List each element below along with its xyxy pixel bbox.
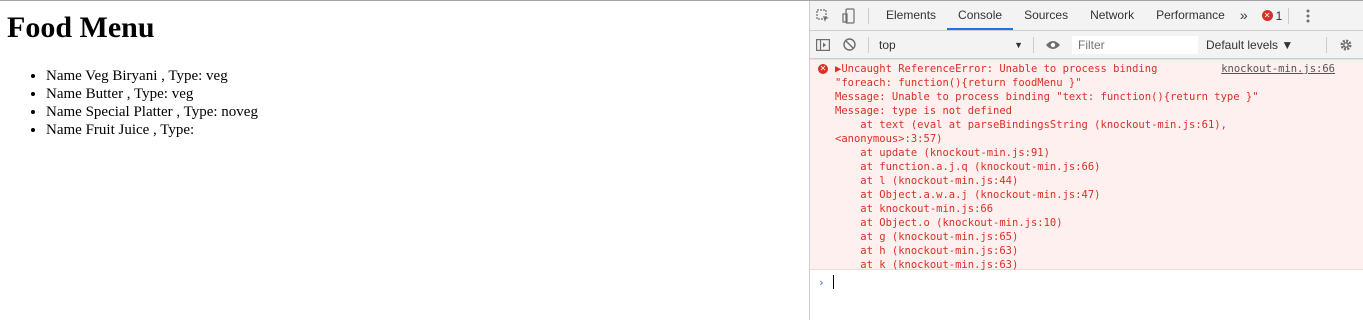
error-x-icon: ✕	[818, 64, 828, 74]
list-item: Name Veg Biryani , Type: veg	[46, 67, 258, 85]
page-viewport: Food Menu Name Veg Biryani , Type: veg N…	[0, 1, 809, 320]
context-value: top	[879, 37, 896, 52]
error-line[interactable]: ▶Uncaught ReferenceError: Unable to proc…	[835, 63, 1157, 75]
stack-frame: <anonymous>:3:57)	[835, 133, 943, 145]
prompt-chevron-icon: ›	[818, 275, 825, 289]
stack-frame[interactable]: at g (knockout-min.js:65)	[835, 231, 1018, 243]
tab-sources[interactable]: Sources	[1013, 1, 1079, 30]
toolbar-divider	[1033, 36, 1034, 53]
toolbar-divider	[868, 36, 869, 53]
toolbar-divider	[1326, 36, 1327, 53]
eye-icon[interactable]	[1040, 30, 1066, 59]
console-toolbar: top ▼ Default levels ▼	[810, 31, 1363, 59]
console-error-message: ✕ knockout-min.js:66 ▶Uncaught Reference…	[810, 59, 1363, 272]
stack-frame[interactable]: at l (knockout-min.js:44)	[835, 175, 1018, 187]
food-list: Name Veg Biryani , Type: veg Name Butter…	[0, 67, 258, 139]
list-item: Name Butter , Type: veg	[46, 85, 258, 103]
stack-frame[interactable]: at knockout-min.js:66	[835, 203, 993, 215]
tab-performance[interactable]: Performance	[1145, 1, 1236, 30]
page-title: Food Menu	[7, 11, 155, 44]
log-levels-dropdown[interactable]: Default levels ▼	[1206, 38, 1293, 52]
stack-frame[interactable]: at Object.o (knockout-min.js:10)	[835, 217, 1062, 229]
device-toggle-icon[interactable]	[836, 1, 862, 30]
error-line: Message: Unable to process binding "text…	[835, 91, 1259, 103]
error-stack: ▶Uncaught ReferenceError: Unable to proc…	[835, 62, 1259, 272]
toolbar-divider	[1288, 7, 1290, 24]
devtools-tabbar: Elements Console Sources Network Perform…	[810, 1, 1363, 31]
stack-frame[interactable]: at Object.a.w.a.j (knockout-min.js:47)	[835, 189, 1100, 201]
kebab-menu-icon[interactable]	[1295, 1, 1321, 30]
filter-input[interactable]	[1072, 35, 1198, 54]
text-caret	[832, 275, 834, 289]
dropdown-arrow-icon: ▼	[1014, 39, 1023, 50]
error-count: 1	[1275, 8, 1283, 23]
list-item: Name Special Platter , Type: noveg	[46, 103, 258, 121]
error-icon: ✕	[1261, 10, 1273, 21]
settings-gear-icon[interactable]	[1333, 30, 1359, 59]
devtools-panel: Elements Console Sources Network Perform…	[809, 1, 1363, 320]
error-counter[interactable]: ✕ 1	[1261, 8, 1283, 23]
toolbar-divider	[868, 7, 869, 24]
sidebar-toggle-icon[interactable]	[810, 30, 836, 59]
stack-frame[interactable]: at text (eval at parseBindingsString (kn…	[835, 119, 1227, 131]
stack-frame[interactable]: at update (knockout-min.js:91)	[835, 147, 1050, 159]
stack-frame[interactable]: at k (knockout-min.js:63)	[835, 259, 1018, 271]
tab-elements[interactable]: Elements	[875, 1, 947, 30]
list-item: Name Fruit Juice , Type:	[46, 121, 258, 139]
error-line: Message: type is not defined	[835, 105, 1013, 117]
context-selector[interactable]: top ▼	[875, 35, 1027, 55]
error-line: "foreach: function(){return foodMenu }"	[835, 77, 1082, 89]
console-prompt[interactable]: ›	[810, 270, 1363, 294]
tab-network[interactable]: Network	[1079, 1, 1145, 30]
more-tabs-button[interactable]: »	[1236, 1, 1252, 30]
tab-console[interactable]: Console	[947, 1, 1014, 30]
inspect-icon[interactable]	[810, 1, 836, 30]
clear-console-icon[interactable]	[836, 30, 862, 59]
stack-frame[interactable]: at h (knockout-min.js:63)	[835, 245, 1018, 257]
stack-frame[interactable]: at function.a.j.q (knockout-min.js:66)	[835, 161, 1100, 173]
